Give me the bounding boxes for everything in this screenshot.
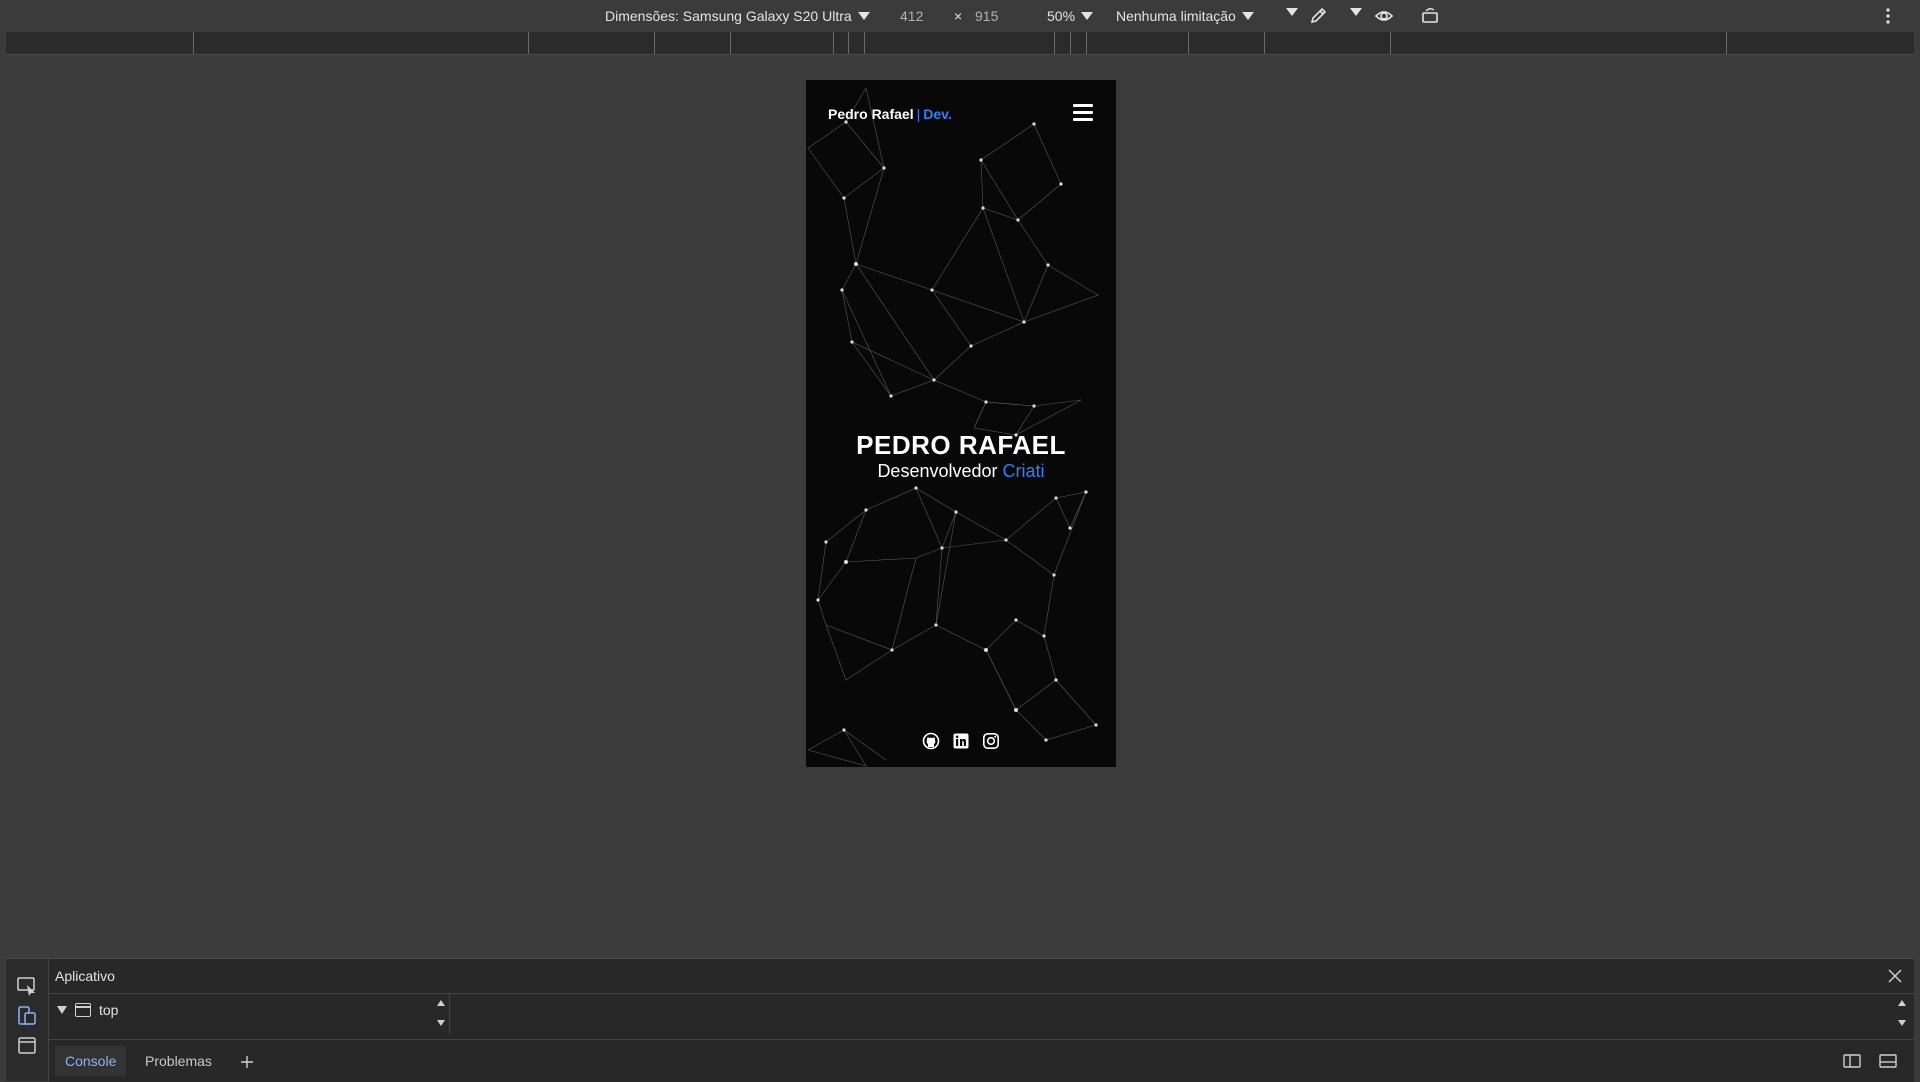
drawer-tabs: Console Problemas xyxy=(49,1039,1914,1082)
social-links xyxy=(806,732,1116,750)
zoom-value: 50% xyxy=(1047,8,1076,24)
eye-icon[interactable] xyxy=(1374,6,1394,26)
tree-item-top[interactable]: top xyxy=(57,1002,118,1018)
drawer-sidebar xyxy=(6,959,49,1081)
brand-name: Pedro Rafael xyxy=(828,106,914,122)
ruler-tick xyxy=(1070,32,1071,54)
frame-icon xyxy=(75,1003,91,1017)
hero-role-prefix: Desenvolvedor xyxy=(877,461,998,481)
media-query-ruler[interactable] xyxy=(6,32,1914,55)
device-selector[interactable]: Dimensões: Samsung Galaxy S20 Ultra xyxy=(605,8,870,24)
device-toolbar: Dimensões: Samsung Galaxy S20 Ultra 412 … xyxy=(0,0,1920,32)
throttling-selector[interactable]: Nenhuma limitação xyxy=(1116,8,1254,24)
ruler-tick xyxy=(730,32,731,54)
width-field[interactable]: 412 xyxy=(900,8,923,24)
brand-suffix: Dev. xyxy=(923,106,952,122)
ruler-tick xyxy=(654,32,655,54)
tree-item-label: top xyxy=(99,1002,119,1018)
ruler-tick xyxy=(193,32,194,54)
times-label: × xyxy=(954,8,963,24)
chevron-down-icon xyxy=(857,12,870,20)
ruler-tick xyxy=(864,32,865,54)
ruler-tick xyxy=(1054,32,1055,54)
panel-scroll-arrows-icon[interactable] xyxy=(1896,996,1908,1030)
chevron-down-icon xyxy=(1350,8,1362,16)
chevron-down-icon xyxy=(1241,12,1254,20)
height-field[interactable]: 915 xyxy=(975,8,998,24)
dock-side-icon[interactable] xyxy=(1842,1052,1862,1070)
application-panel-header: Aplicativo xyxy=(49,959,1914,994)
add-tab-icon[interactable] xyxy=(239,1054,255,1070)
ruler-tick xyxy=(848,32,849,54)
application-panel-icon[interactable] xyxy=(16,1035,38,1057)
zoom-selector[interactable]: 50% xyxy=(1047,8,1094,24)
expand-triangle-icon[interactable] xyxy=(57,1006,67,1014)
rotate-icon[interactable] xyxy=(1420,6,1440,26)
ruler-tick xyxy=(1086,32,1087,54)
menu-icon[interactable] xyxy=(1073,104,1093,122)
brand-separator: | xyxy=(916,106,921,122)
inspect-element-icon[interactable] xyxy=(16,975,38,997)
device-viewport[interactable]: Pedro Rafael | Dev. PEDRO RAFAEL Desenvolv… xyxy=(806,80,1116,767)
hero-role-accent: Criati xyxy=(1002,461,1045,481)
ruler-tick xyxy=(528,32,529,54)
chevron-down-icon xyxy=(1081,12,1094,20)
tree-scroll-arrows-icon[interactable] xyxy=(435,996,447,1030)
linkedin-icon[interactable] xyxy=(952,732,970,750)
ruler-tick xyxy=(1188,32,1189,54)
width-value: 412 xyxy=(900,8,924,24)
height-value: 915 xyxy=(975,8,999,24)
panel-title: Aplicativo xyxy=(55,968,115,984)
eyedropper-icon[interactable] xyxy=(1308,6,1328,26)
device-dimensions-label: Dimensões: Samsung Galaxy S20 Ultra xyxy=(605,8,852,24)
particle-network-background xyxy=(807,87,1099,767)
dock-bottom-icon[interactable] xyxy=(1878,1052,1898,1070)
media-dropdown[interactable] xyxy=(1350,8,1362,16)
devtools-drawer: Aplicativo top Console Problemas xyxy=(6,958,1914,1082)
device-toggle-icon[interactable] xyxy=(16,1005,38,1027)
ruler-tick xyxy=(1726,32,1727,54)
ruler-tick xyxy=(833,32,834,54)
tab-problemas[interactable]: Problemas xyxy=(135,1046,222,1076)
ruler-tick xyxy=(1264,32,1265,54)
more-vert-icon[interactable] xyxy=(1878,6,1898,26)
close-icon[interactable] xyxy=(1886,967,1904,985)
device-stage: Pedro Rafael | Dev. PEDRO RAFAEL Desenvolv… xyxy=(6,55,1914,958)
ruler-tick xyxy=(1390,32,1391,54)
site-logo[interactable]: Pedro Rafael | Dev. xyxy=(828,106,952,122)
more-tools-dropdown[interactable] xyxy=(1286,8,1298,16)
tab-console[interactable]: Console xyxy=(55,1046,127,1076)
hero-role: Desenvolvedor Criati xyxy=(806,461,1116,482)
throttling-value: Nenhuma limitação xyxy=(1116,8,1236,24)
github-icon[interactable] xyxy=(922,732,940,750)
instagram-icon[interactable] xyxy=(982,732,1000,750)
hero-name: PEDRO RAFAEL xyxy=(856,430,1066,460)
frame-tree: top xyxy=(49,994,450,1034)
dimension-separator: × xyxy=(954,8,962,24)
chevron-down-icon xyxy=(1286,8,1298,16)
